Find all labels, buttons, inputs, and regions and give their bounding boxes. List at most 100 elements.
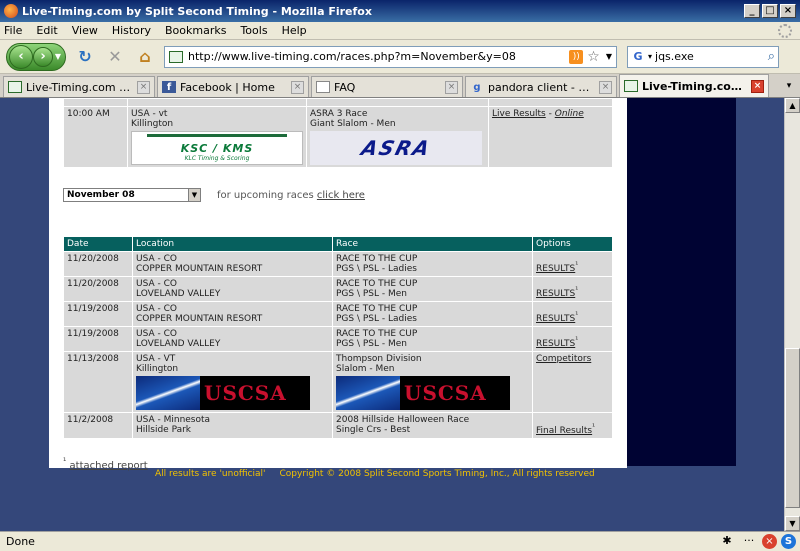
menu-view[interactable]: View (72, 24, 98, 37)
race-discipline: PGS \ PSL - Men (336, 339, 407, 349)
tab-list-dropdown-icon[interactable]: ▾ (782, 78, 796, 94)
results-link[interactable]: RESULTS (536, 289, 575, 299)
menu-bookmarks[interactable]: Bookmarks (165, 24, 226, 37)
maximize-button[interactable]: □ (762, 4, 778, 18)
cell-race: Thompson Division Slalom - Men USCSA (332, 351, 533, 413)
location-country: USA - CO (136, 304, 177, 314)
tab-close-icon[interactable]: × (445, 80, 458, 94)
races-table: Date Location Race Options 11/20/2008 US… (63, 236, 613, 439)
results-link[interactable]: RESULTS (536, 314, 575, 324)
menu-help[interactable]: Help (282, 24, 307, 37)
live-results-link[interactable]: Live Results (492, 109, 546, 119)
race-discipline: PGS \ PSL - Ladies (336, 264, 417, 274)
search-engine-dropdown-icon[interactable]: ▾ (648, 52, 652, 61)
month-select[interactable]: November 08 ▼ (63, 188, 201, 202)
location-country: USA - CO (136, 279, 177, 289)
history-dropdown-icon[interactable]: ▼ (53, 52, 63, 61)
forward-button[interactable]: › (33, 46, 53, 67)
search-bar[interactable]: G ▾ ⌕ (627, 45, 779, 68)
table-row: 11/19/2008 USA - CO LOVELAND VALLEY RACE … (63, 326, 613, 352)
previous-races-table: 10:00 AM USA - vt Killington KSC / KMS K… (63, 98, 613, 168)
ksc-kms-logo: KSC / KMS KLC Timing & Scoring (131, 131, 303, 165)
document-icon (316, 81, 330, 93)
race-discipline: Slalom - Men (336, 364, 395, 374)
google-search-engine-icon[interactable]: G (631, 50, 645, 64)
attached-report-link[interactable]: attached report (70, 460, 148, 471)
right-dark-panel (626, 98, 736, 466)
uscsa-logo: USCSA (336, 376, 510, 410)
url-input[interactable] (188, 50, 567, 63)
skype-icon[interactable]: S (781, 534, 796, 549)
more-icon[interactable]: ··· (740, 534, 758, 550)
vertical-scrollbar[interactable]: ▲ ▼ (784, 98, 800, 531)
tab-close-icon[interactable]: × (599, 80, 612, 94)
asra-logo: ASRA (310, 131, 482, 165)
footnote: ¹ attached report (63, 456, 148, 471)
location-venue: Hillside Park (136, 425, 192, 435)
table-row: 11/20/2008 USA - CO LOVELAND VALLEY RACE … (63, 276, 613, 302)
live-timing-icon (624, 80, 638, 92)
cell-date: 11/20/2008 (63, 251, 133, 277)
cell-location: USA - VT Killington USCSA (132, 351, 333, 413)
location-country: USA - CO (136, 329, 177, 339)
cell-race: 2008 Hillside Halloween Race Single Crs -… (332, 412, 533, 439)
cell-options: RESULTS¹ (532, 251, 613, 277)
page-viewport: 10:00 AM USA - vt Killington KSC / KMS K… (0, 98, 784, 531)
search-icon[interactable]: ⌕ (768, 49, 775, 64)
tab-live-timing-active[interactable]: Live-Timing.com by ... × (619, 74, 769, 97)
bookmark-star-icon[interactable]: ☆ (587, 49, 600, 65)
home-icon[interactable]: ⌂ (134, 46, 156, 68)
scrollbar-thumb[interactable] (785, 348, 800, 508)
location-venue: LOVELAND VALLEY (136, 339, 221, 349)
cell-race: RACE TO THE CUP PGS \ PSL - Men (332, 326, 533, 352)
reload-icon[interactable]: ↻ (74, 46, 96, 68)
results-link[interactable]: RESULTS (536, 339, 575, 349)
rss-feed-icon[interactable]: )) (569, 49, 584, 64)
column-header-race: Race (332, 236, 533, 252)
scroll-up-icon[interactable]: ▲ (785, 98, 800, 113)
results-link[interactable]: RESULTS (536, 264, 575, 274)
stop-icon[interactable]: ✕ (104, 46, 126, 68)
menu-edit[interactable]: Edit (36, 24, 57, 37)
footnote-mark: ¹ (575, 260, 579, 269)
menu-file[interactable]: File (4, 24, 22, 37)
back-forward-group: ‹ › ▼ (6, 42, 66, 71)
close-window-button[interactable]: × (780, 4, 796, 18)
tab-facebook[interactable]: f Facebook | Home × (157, 76, 309, 97)
status-bar: Done ✱ ··· × S (0, 531, 800, 551)
location-venue: LOVELAND VALLEY (136, 289, 221, 299)
race-title: RACE TO THE CUP (336, 254, 418, 264)
race-discipline: Giant Slalom - Men (310, 119, 396, 129)
tab-close-icon[interactable]: × (291, 80, 304, 94)
cell-location: USA - CO COPPER MOUNTAIN RESORT (132, 251, 333, 277)
tab-live-timing-1[interactable]: Live-Timing.com by Split ... × (3, 76, 155, 97)
tab-google-search[interactable]: g pandora client - Google S... × (465, 76, 617, 97)
url-dropdown-icon[interactable]: ▼ (606, 52, 612, 61)
ksc-logo-subtext: KLC Timing & Scoring (184, 155, 250, 162)
menu-tools[interactable]: Tools (240, 24, 267, 37)
tab-close-icon[interactable]: × (751, 79, 764, 93)
url-bar[interactable]: )) ☆ ▼ (164, 45, 617, 68)
final-results-link[interactable]: Final Results (536, 426, 592, 436)
footnote-mark: ¹ (575, 335, 579, 344)
extension-icon[interactable]: ✱ (718, 534, 736, 550)
menu-history[interactable]: History (112, 24, 151, 37)
competitors-link[interactable]: Competitors (536, 354, 591, 364)
chevron-down-icon[interactable]: ▼ (188, 189, 200, 201)
upcoming-click-here-link[interactable]: click here (317, 190, 365, 201)
tab-faq[interactable]: FAQ × (311, 76, 463, 97)
uscsa-logo-text: USCSA (404, 381, 487, 405)
online-link[interactable]: Online (555, 109, 584, 119)
uscsa-mountain-graphic (336, 376, 400, 410)
minimize-button[interactable]: _ (744, 4, 760, 18)
race-options: Live Results - Online (488, 106, 613, 168)
search-input[interactable] (655, 50, 768, 63)
race-name: ASRA 3 Race Giant Slalom - Men ASRA (306, 106, 489, 168)
navigation-toolbar: ‹ › ▼ ↻ ✕ ⌂ )) ☆ ▼ G ▾ ⌕ (0, 40, 800, 74)
tab-label: Live-Timing.com by Split ... (26, 80, 134, 94)
scroll-down-icon[interactable]: ▼ (785, 516, 800, 531)
unofficial-notice: All results are 'unofficial' (155, 469, 266, 479)
tab-close-icon[interactable]: × (137, 80, 150, 94)
stop-script-icon[interactable]: × (762, 534, 777, 549)
back-button[interactable]: ‹ (9, 44, 33, 69)
